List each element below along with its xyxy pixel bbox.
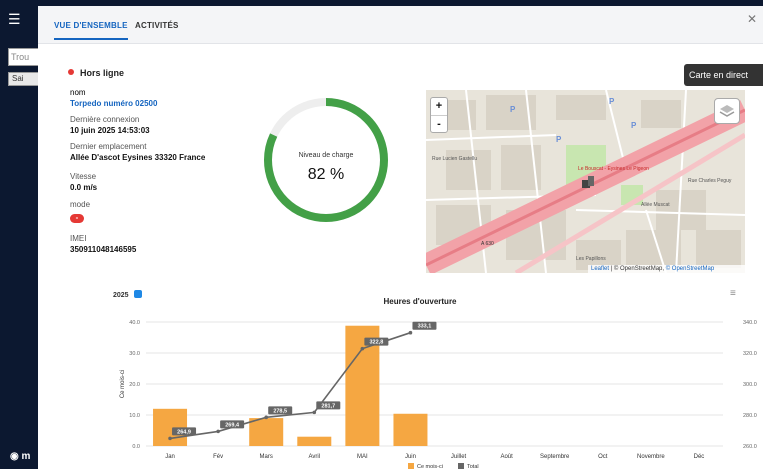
imei-value: 350911048146595 [70, 245, 137, 254]
data-label: 333,1 [418, 324, 432, 330]
x-tick-label: Juin [405, 454, 416, 460]
speed-value: 0.0 m/s [70, 183, 98, 192]
last-connection-value: 10 juin 2025 14:53:03 [70, 126, 150, 135]
gauge-label: Niveau de charge [298, 152, 354, 159]
map-label-street-3: Rue Charles Peguy [688, 178, 732, 184]
last-location-label: Dernier emplacement [70, 142, 147, 151]
y-tick-label: 20.0 [129, 382, 140, 388]
tab-overview[interactable]: VUE D'ENSEMBLE [54, 21, 128, 40]
device-modal: VUE D'ENSEMBLE ACTIVITÉS ✕ Hors ligne no… [38, 6, 763, 469]
x-tick-label: Déc [694, 454, 705, 460]
x-tick-label: Septembre [540, 454, 570, 460]
total-point [360, 346, 365, 351]
x-tick-label: Novembre [637, 454, 665, 460]
data-label: 281,7 [321, 403, 335, 409]
live-map-button[interactable]: Carte en direct [684, 64, 763, 86]
status-dot-icon [68, 69, 74, 75]
mode-badge: - [70, 214, 84, 223]
x-tick-label: Jan [165, 454, 175, 460]
tab-activities[interactable]: ACTIVITÉS [135, 21, 179, 30]
legend-swatch-bars [408, 463, 414, 469]
logo-text: m [21, 451, 31, 462]
osm-link[interactable]: © OpenStreetMap [666, 266, 714, 272]
svg-text:P: P [609, 97, 615, 106]
map-attribution: Leaflet | © OpenStreetMap, © OpenStreetM… [588, 265, 745, 273]
x-tick-label: Avril [309, 454, 321, 460]
x-tick-label: Mars [260, 454, 273, 460]
map-label-station: Le Bouscat - Eysines Le Pigeon [578, 166, 649, 172]
y-tick-label: 10.0 [129, 413, 140, 419]
layers-icon[interactable] [714, 98, 740, 124]
location-map[interactable]: P P P P Le Bouscat - Eysines Le Pigeon Allé… [426, 90, 745, 273]
total-point [408, 330, 413, 335]
mode-value-wrap: - [70, 213, 84, 223]
name-label: nom [70, 88, 86, 97]
legend-label-line: Total [467, 464, 479, 469]
total-point [312, 410, 317, 415]
data-label: 322,8 [369, 340, 383, 346]
status-indicator: Hors ligne [68, 68, 124, 78]
svg-text:P: P [510, 105, 516, 114]
zoom-out-button[interactable]: - [431, 115, 447, 132]
legend-swatch-line [458, 463, 464, 469]
x-tick-label: Août [500, 454, 513, 460]
y2-tick-label: 280.0 [743, 413, 757, 419]
map-zoom-control: + - [430, 97, 448, 133]
y-tick-label: 40.0 [129, 320, 140, 326]
data-label: 278,5 [273, 408, 287, 414]
tab-bar: VUE D'ENSEMBLE ACTIVITÉS ✕ [38, 6, 763, 44]
legend-label-bars: Ce mois-ci [417, 464, 443, 469]
status-label: Hors ligne [80, 68, 125, 78]
y-tick-label: 0.0 [132, 444, 140, 450]
speed-label: Vitesse [70, 172, 97, 181]
map-label-street-4: Rue Lucien Gastellu [432, 156, 477, 162]
osm-attribution: © OpenStreetMap, [613, 266, 665, 272]
last-location-value: Allée D'ascot Eysines 33320 France [70, 153, 206, 162]
x-tick-label: Fév [213, 454, 223, 460]
map-label-street-1: Allée Muscat [641, 202, 670, 208]
background-button[interactable]: Sai [8, 72, 42, 86]
map-label-street-2: Les Papillons [576, 256, 606, 262]
close-icon[interactable]: ✕ [747, 12, 757, 26]
y-axis-label: Ce mois-ci [120, 370, 126, 398]
device-name-link[interactable]: Torpedo numéro 02500 [70, 99, 157, 108]
leaflet-link[interactable]: Leaflet [591, 266, 609, 272]
y-tick-label: 30.0 [129, 351, 140, 357]
total-point [216, 429, 220, 434]
svg-text:P: P [556, 135, 562, 144]
total-point [264, 415, 269, 420]
zoom-in-button[interactable]: + [431, 98, 447, 115]
data-label: 264,9 [177, 429, 191, 435]
chart-title: Heures d'ouverture [383, 297, 457, 306]
data-label: 269,4 [225, 422, 240, 428]
imei-label: IMEI [70, 234, 87, 243]
opening-hours-chart: Heures d'ouverture 0.0 10.0 20.0 30.0 40.0 260… [120, 297, 763, 469]
bar-mars [249, 418, 284, 446]
y2-tick-label: 320.0 [743, 351, 757, 357]
charge-gauge [264, 98, 388, 222]
x-tick-label: Oct [598, 454, 608, 460]
total-point [168, 436, 172, 441]
bar-juin [393, 413, 428, 446]
map-label-highway: A 630 [481, 241, 494, 247]
y2-tick-label: 340.0 [743, 320, 757, 326]
y2-tick-label: 260.0 [743, 444, 757, 450]
background-search-input[interactable]: Trou [8, 48, 42, 66]
hamburger-menu-icon[interactable]: ☰ [8, 12, 22, 26]
x-tick-label: MAI [357, 454, 368, 460]
gauge-value: 82 % [307, 166, 345, 183]
bar-avril [297, 436, 332, 446]
background-logo: ◉ m [10, 451, 30, 462]
last-connection-label: Dernière connexion [70, 115, 140, 124]
x-tick-label: Juillet [451, 454, 467, 460]
mode-label: mode [70, 200, 91, 209]
y2-tick-label: 300.0 [743, 382, 757, 388]
svg-text:P: P [631, 121, 637, 130]
bar-jan [153, 408, 188, 446]
logo-icon: ◉ [10, 451, 19, 462]
